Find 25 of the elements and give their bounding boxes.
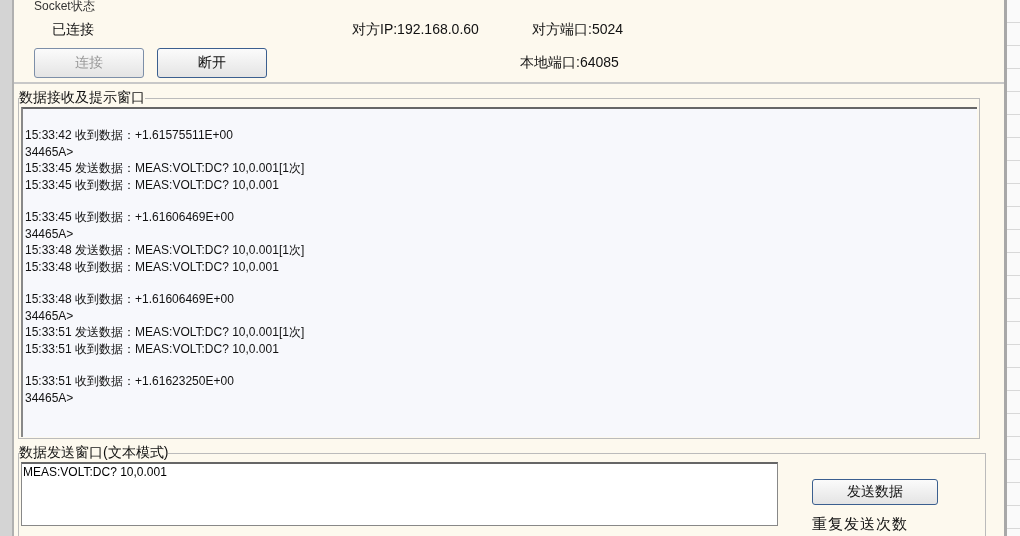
- log-line: 15:33:45 发送数据：MEAS:VOLT:DC? 10,0.001[1次]: [25, 160, 306, 177]
- log-line: 15:33:45 收到数据：+1.61606469E+00: [25, 209, 235, 226]
- group-title: Socket状态: [34, 0, 96, 12]
- log-line: 34465A>: [25, 389, 75, 406]
- remote-port-label: 对方端口:5024: [532, 21, 624, 39]
- connection-status: 已连接: [51, 21, 95, 39]
- log-line: 34465A>: [25, 225, 75, 242]
- log-line: 15:33:51 收到数据：+1.61623250E+00: [25, 373, 235, 390]
- repeat-count-label: 重复发送次数: [812, 515, 909, 534]
- log-line: 15:33:48 收到数据：+1.61606469E+00: [25, 291, 235, 308]
- log-line: 15:33:42 收到数据：+1.61575511E+00: [25, 127, 234, 144]
- log-line: 34465A>: [25, 307, 75, 324]
- log-line: 15:33:51 发送数据：MEAS:VOLT:DC? 10,0.001[1次]: [25, 324, 306, 341]
- send-text-field[interactable]: MEAS:VOLT:DC? 10,0.001: [21, 462, 778, 526]
- log-line: 15:33:51 收到数据：MEAS:VOLT:DC? 10,0.001: [25, 340, 280, 357]
- disconnect-button[interactable]: 断开: [157, 48, 267, 78]
- log-line: 15:33:48 发送数据：MEAS:VOLT:DC? 10,0.001[1次]: [25, 242, 306, 259]
- log-line: 15:33:45 收到数据：MEAS:VOLT:DC? 10,0.001: [25, 176, 280, 193]
- log-line: 34465A>: [25, 143, 75, 160]
- local-port-label: 本地端口:64085: [520, 54, 619, 72]
- group-title: 数据发送窗口(文本模式): [19, 444, 169, 462]
- group-title: 数据接收及提示窗口: [19, 89, 145, 107]
- log-line: 15:33:48 收到数据：MEAS:VOLT:DC? 10,0.001: [25, 258, 280, 275]
- send-data-button[interactable]: 发送数据: [812, 479, 938, 505]
- remote-ip-label: 对方IP:192.168.0.60: [352, 21, 480, 39]
